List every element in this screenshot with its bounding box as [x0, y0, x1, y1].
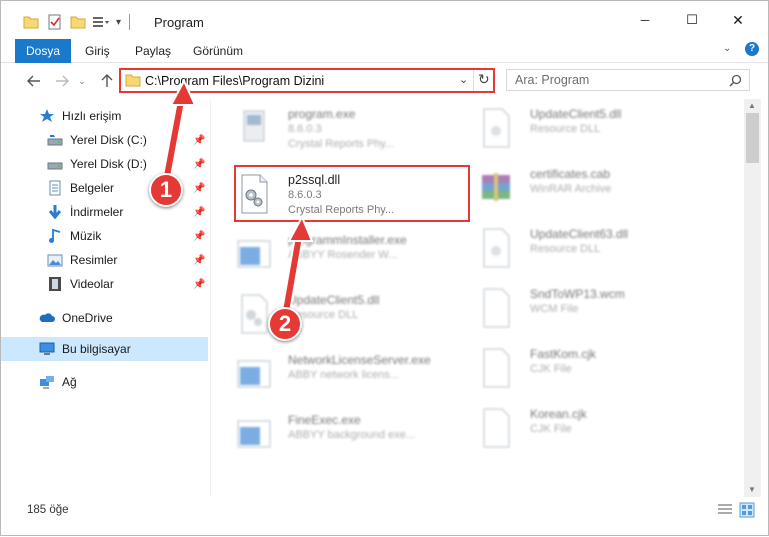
- explorer-window: ▾ Program ─ ☐ ✕ Dosya Giriş Paylaş Görün…: [0, 0, 769, 536]
- step-badge-2: 2: [268, 307, 302, 341]
- annotation-arrows: [160, 78, 314, 322]
- arrow-1: [160, 78, 197, 192]
- step-badge-1: 1: [149, 173, 183, 207]
- arrow-2: [280, 214, 314, 322]
